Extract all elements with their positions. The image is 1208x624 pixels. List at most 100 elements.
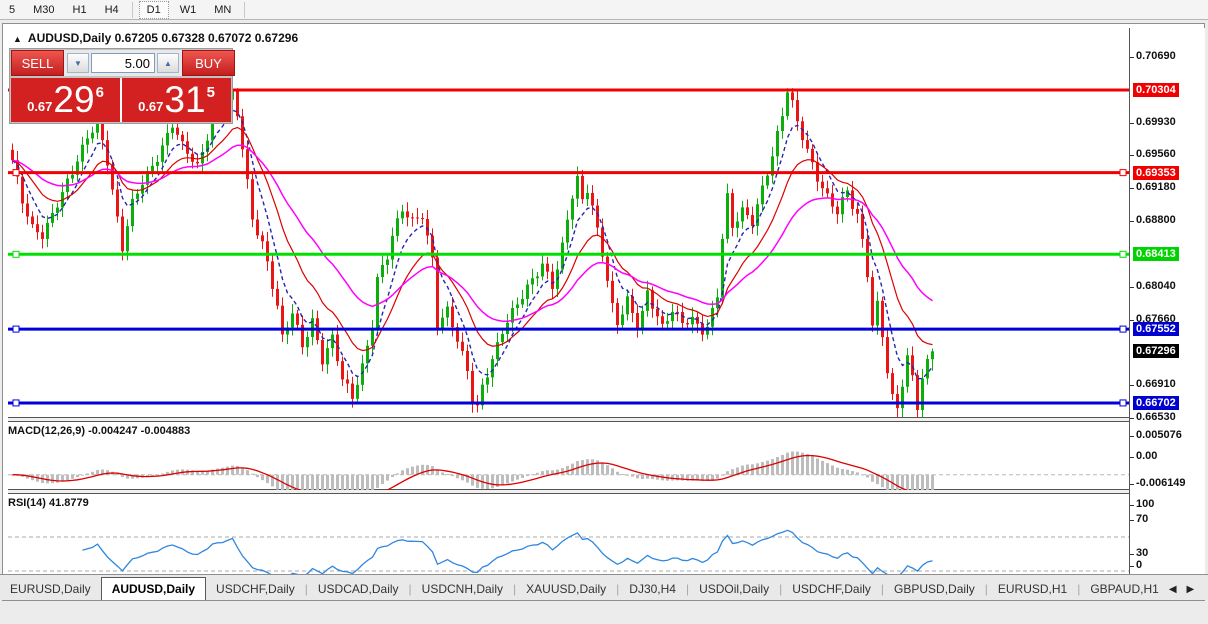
timeframe-button-w1[interactable]: W1 (173, 2, 204, 18)
candle-body (161, 145, 164, 162)
macd-histogram-bar (726, 471, 729, 475)
volume-input[interactable] (91, 53, 155, 73)
macd-histogram-bar (926, 474, 929, 490)
candle-body (46, 222, 49, 239)
macd-histogram-bar (811, 456, 814, 475)
candle-body (176, 127, 179, 135)
macd-histogram-bar (81, 474, 84, 476)
symbol-tabbar: EURUSD,Daily AUDUSD,Daily USDCHF,Daily | USD… (0, 574, 1208, 600)
candle-body (256, 219, 259, 236)
candle-body (471, 370, 474, 404)
rsi-pane[interactable] (8, 494, 1129, 576)
price-axis[interactable]: 0.70690 0.69930 0.69560 0.69180 0.68800 0.680… (1129, 28, 1205, 598)
chart-tab-usdcnh-daily[interactable]: USDCNH,Daily (412, 579, 513, 600)
candle-body (866, 238, 869, 278)
candle-body (386, 259, 389, 265)
collapse-triangle-icon[interactable]: ▲ (13, 34, 22, 44)
chart-tab-dj30-h4[interactable]: DJ30,H4 (619, 579, 686, 600)
macd-histogram-bar (816, 458, 819, 475)
candle-body (931, 351, 934, 360)
candle-body (341, 361, 344, 380)
candle-body (261, 235, 264, 242)
macd-histogram-bar (636, 474, 639, 479)
macd-histogram-bar (51, 474, 54, 484)
macd-histogram-bar (506, 474, 509, 484)
candle-body (531, 278, 534, 285)
chart-tab-eurusd-h1[interactable]: EURUSD,H1 (988, 579, 1077, 600)
macd-histogram-bar (656, 474, 659, 480)
axis-tick (1130, 484, 1134, 485)
timeframe-button-h1[interactable]: H1 (66, 2, 94, 18)
volume-down-icon[interactable]: ▼ (67, 53, 89, 73)
timeframe-button-d1[interactable]: D1 (138, 0, 169, 19)
candle-body (916, 375, 919, 410)
macd-histogram-bar (531, 474, 534, 476)
macd-histogram-bar (116, 473, 119, 475)
candle-body (761, 185, 764, 205)
timeframe-button-mn[interactable]: MN (207, 2, 238, 18)
chart-tab-audusd-daily[interactable]: AUDUSD,Daily (100, 577, 207, 600)
macd-histogram-bar (896, 474, 899, 490)
timeframe-button-m30[interactable]: M30 (26, 2, 61, 18)
tabs-scroll-left-icon[interactable]: ◀ (1169, 584, 1177, 595)
axis-tick (1130, 505, 1134, 506)
line-handle[interactable] (12, 250, 20, 258)
candle-body (551, 271, 554, 289)
macd-histogram-bar (231, 465, 234, 475)
candle-body (351, 383, 354, 399)
candle-body (126, 226, 129, 252)
timeframe-button-h4[interactable]: H4 (98, 2, 126, 18)
macd-histogram-bar (346, 474, 349, 490)
macd-histogram-bar (261, 474, 264, 481)
line-handle[interactable] (12, 399, 20, 407)
sell-price-big: 29 (53, 79, 95, 120)
macd-histogram-bar (541, 471, 544, 475)
chart-tab-usdchf-daily[interactable]: USDCHF,Daily (206, 579, 305, 600)
macd-histogram-bar (66, 474, 69, 481)
chart-tab-gbpusd-daily[interactable]: GBPUSD,Daily (884, 579, 985, 600)
chart-tab-usdoil-daily[interactable]: USDOil,Daily (689, 579, 779, 600)
buy-price-button[interactable]: 0.67 31 5 (122, 78, 231, 122)
macd-histogram-bar (386, 474, 389, 481)
macd-histogram-bar (401, 470, 404, 475)
chart-tab-eurusd-daily[interactable]: EURUSD,Daily (0, 579, 101, 600)
chart-tab-gbpaud-h1[interactable]: GBPAUD,H1 (1080, 579, 1168, 600)
candle-body (921, 378, 924, 410)
line-handle[interactable] (1119, 250, 1127, 258)
macd-histogram-bar (846, 469, 849, 475)
candle-body (546, 263, 549, 272)
chart-tab-usdchf-daily[interactable]: USDCHF,Daily (782, 579, 881, 600)
chart-tab-usdcad-daily[interactable]: USDCAD,Daily (308, 579, 409, 600)
macd-histogram-bar (351, 474, 354, 490)
chart-window-frame: ▲ AUDUSD,Daily 0.67205 0.67328 0.67072 0.… (2, 23, 1205, 601)
price-badge: 0.70304 (1133, 83, 1179, 97)
volume-up-icon[interactable]: ▲ (157, 53, 179, 73)
line-handle[interactable] (1119, 169, 1127, 177)
axis-tick (1130, 123, 1134, 124)
macd-histogram-bar (441, 472, 444, 475)
macd-histogram-bar (91, 471, 94, 475)
price-axis-label: 0.66910 (1136, 378, 1176, 390)
line-handle[interactable] (12, 325, 20, 333)
macd-histogram-bar (501, 474, 504, 486)
tabs-scroll-right-icon[interactable]: ▶ (1187, 584, 1195, 595)
macd-histogram-bar (716, 474, 719, 479)
timeframe-button-5[interactable]: 5 (2, 2, 22, 18)
line-handle[interactable] (1119, 399, 1127, 407)
line-handle[interactable] (12, 169, 20, 177)
macd-histogram-bar (711, 474, 714, 480)
macd-histogram-bar (561, 467, 564, 475)
chart-tab-xauusd-daily[interactable]: XAUUSD,Daily (516, 579, 616, 600)
candle-body (186, 141, 189, 154)
sell-price-button[interactable]: 0.67 29 6 (11, 78, 120, 122)
sell-button[interactable]: SELL (11, 50, 64, 76)
buy-button[interactable]: BUY (182, 50, 235, 76)
candle-body (601, 227, 604, 257)
macd-histogram-bar (341, 474, 344, 490)
macd-histogram-bar (476, 474, 479, 488)
candle-body (26, 203, 29, 217)
macd-histogram-bar (391, 474, 394, 477)
macd-histogram-bar (771, 459, 774, 475)
line-handle[interactable] (1119, 325, 1127, 333)
candle-body (131, 198, 134, 227)
